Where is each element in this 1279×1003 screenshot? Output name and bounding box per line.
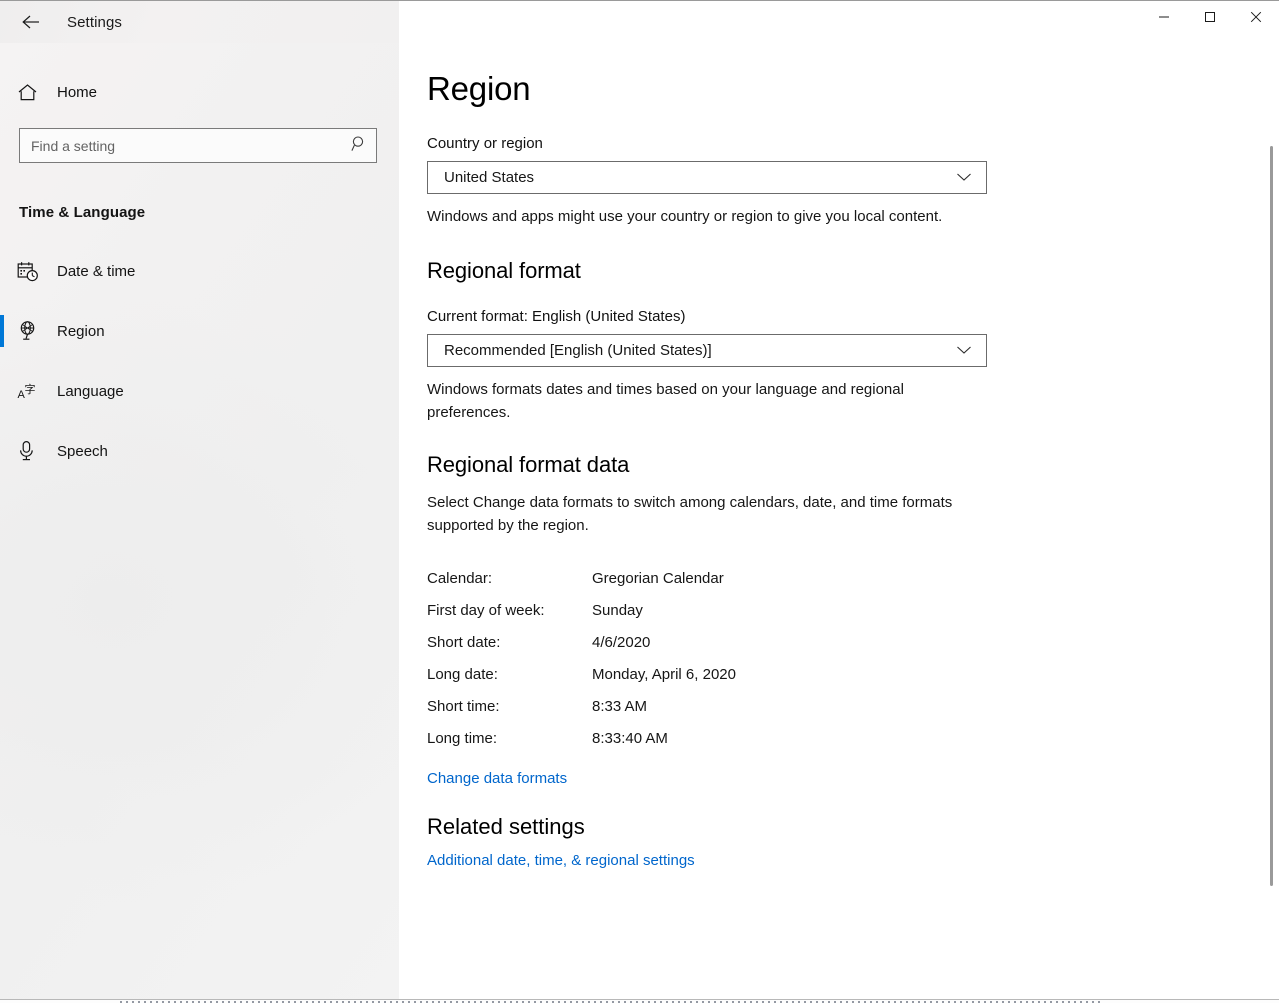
globe-icon (17, 320, 47, 342)
row-key: Long date: (427, 664, 592, 696)
regional-format-data-title: Regional format data (427, 452, 1279, 478)
minimize-button[interactable] (1141, 1, 1187, 33)
change-data-formats-link[interactable]: Change data formats (427, 770, 567, 787)
country-or-region-label: Country or region (427, 135, 1279, 152)
additional-settings-link[interactable]: Additional date, time, & regional settin… (427, 852, 695, 869)
sidebar-item-home-label: Home (57, 84, 97, 101)
sidebar-item-home[interactable]: Home (0, 72, 399, 112)
maximize-icon (1204, 11, 1216, 23)
window-controls (399, 1, 1279, 43)
home-icon (17, 83, 47, 102)
row-value: 8:33 AM (592, 696, 736, 728)
row-key: Calendar: (427, 568, 592, 600)
search-input[interactable] (19, 128, 377, 163)
selection-indicator (0, 315, 4, 347)
country-or-region-dropdown[interactable]: United States (427, 161, 987, 194)
sidebar-nav-list: Date & time Region (0, 251, 399, 471)
row-key: Short date: (427, 632, 592, 664)
related-settings-title: Related settings (427, 814, 1279, 840)
maximize-button[interactable] (1187, 1, 1233, 33)
search-box[interactable] (19, 128, 377, 163)
regional-format-title: Regional format (427, 258, 1279, 284)
table-row: Short time: 8:33 AM (427, 696, 736, 728)
back-arrow-icon (20, 13, 42, 31)
sidebar-item-speech-label: Speech (57, 443, 108, 460)
page-title: Region (427, 69, 1279, 109)
regional-format-dropdown[interactable]: Recommended [English (United States)] (427, 334, 987, 367)
sidebar-item-date-time[interactable]: Date & time (0, 251, 399, 291)
title-bar-left: Settings (0, 1, 399, 43)
regional-format-data-table: Calendar: Gregorian Calendar First day o… (427, 568, 736, 760)
settings-window: Settings (0, 0, 1279, 1003)
sidebar-item-language[interactable]: A 字 Language (0, 371, 399, 411)
chevron-down-icon (956, 342, 972, 360)
content-scrollbar[interactable] (1264, 43, 1279, 1003)
regional-format-value: Recommended [English (United States)] (428, 342, 712, 359)
microphone-icon (17, 440, 47, 462)
row-value: Monday, April 6, 2020 (592, 664, 736, 696)
close-button[interactable] (1233, 1, 1279, 33)
table-row: First day of week: Sunday (427, 600, 736, 632)
regional-format-helper: Windows formats dates and times based on… (427, 378, 987, 424)
country-or-region-value: United States (428, 169, 534, 186)
sidebar-item-region-label: Region (57, 323, 105, 340)
chevron-down-icon (956, 169, 972, 187)
sidebar-item-language-label: Language (57, 383, 124, 400)
app-title: Settings (67, 14, 122, 31)
sidebar: Home Time & Language (0, 43, 399, 1003)
sidebar-item-speech[interactable]: Speech (0, 431, 399, 471)
back-button[interactable] (8, 6, 54, 38)
row-value: 4/6/2020 (592, 632, 736, 664)
sidebar-item-region[interactable]: Region (0, 311, 399, 351)
row-key: Long time: (427, 728, 592, 760)
table-row: Short date: 4/6/2020 (427, 632, 736, 664)
close-icon (1250, 11, 1262, 23)
minimize-icon (1158, 11, 1170, 23)
table-row: Long time: 8:33:40 AM (427, 728, 736, 760)
country-or-region-helper: Windows and apps might use your country … (427, 205, 987, 228)
background-window-sliver (0, 999, 1279, 1003)
scrollbar-thumb[interactable] (1270, 146, 1273, 886)
calendar-clock-icon (17, 261, 47, 282)
table-row: Long date: Monday, April 6, 2020 (427, 664, 736, 696)
svg-text:字: 字 (25, 382, 36, 396)
row-key: First day of week: (427, 600, 592, 632)
row-value: Gregorian Calendar (592, 568, 736, 600)
sidebar-heading: Time & Language (19, 204, 399, 221)
row-value: 8:33:40 AM (592, 728, 736, 760)
current-format-text: Current format: English (United States) (427, 308, 1279, 325)
title-bar: Settings (0, 1, 1279, 43)
content-pane: Region Country or region United States W… (399, 43, 1279, 1003)
language-icon: A 字 (17, 380, 47, 402)
regional-format-data-description: Select Change data formats to switch amo… (427, 491, 987, 537)
table-row: Calendar: Gregorian Calendar (427, 568, 736, 600)
row-value: Sunday (592, 600, 736, 632)
row-key: Short time: (427, 696, 592, 728)
sidebar-item-date-time-label: Date & time (57, 263, 135, 280)
